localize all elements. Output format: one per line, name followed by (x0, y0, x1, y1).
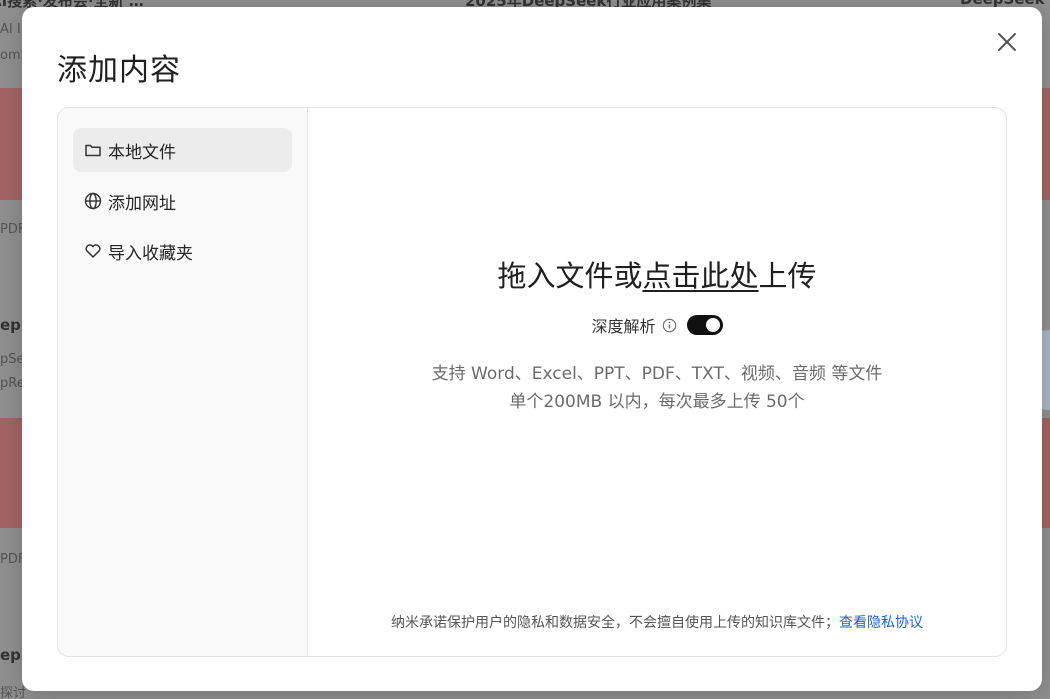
bg-fragment: AI I (0, 22, 21, 37)
upload-dropzone[interactable]: 拖入文件或点击此处上传 深度解析 支持 Word、Excel、PPT、PDF、T… (308, 108, 1006, 656)
supported-formats-info: 支持 Word、Excel、PPT、PDF、TXT、视频、音频 等文件 单个20… (308, 360, 1006, 416)
dialog-title: 添加内容 (57, 53, 181, 88)
bg-fragment: 探讨 (0, 686, 27, 699)
upload-title: 拖入文件或点击此处上传 (308, 253, 1006, 295)
upload-title-prefix: 拖入文件或 (497, 259, 643, 293)
sidebar-item-import-bookmarks[interactable]: 导入收藏夹 (73, 229, 292, 273)
deep-parse-label: 深度解析 (591, 317, 656, 336)
bg-fragment: pRe (0, 376, 25, 391)
deep-parse-row: 深度解析 (308, 313, 1006, 337)
info-icon[interactable] (662, 318, 677, 333)
supported-formats-line: 支持 Word、Excel、PPT、PDF、TXT、视频、音频 等文件 (431, 364, 883, 384)
bg-thumbnail (1042, 418, 1050, 528)
toggle-knob (705, 318, 720, 332)
close-button[interactable] (994, 29, 1020, 55)
source-sidebar: 本地文件 添加网址 导入收藏夹 (58, 108, 308, 656)
privacy-text: 纳米承诺保护用户的隐私和数据安全，不会擅自使用上传的知识库文件； (391, 615, 839, 631)
upload-title-suffix: 上传 (758, 259, 817, 293)
sidebar-item-add-url[interactable]: 添加网址 (73, 179, 292, 223)
privacy-policy-link[interactable]: 查看隐私协议 (839, 615, 923, 631)
bg-thumbnail (0, 88, 22, 200)
add-content-dialog: 添加内容 本地文件 添加网址 导入收藏夹 拖入文件或点击此处上传 深度解析 支持… (22, 7, 1042, 691)
sidebar-item-label: 添加网址 (108, 193, 176, 214)
close-icon (998, 33, 1016, 51)
deep-parse-toggle[interactable] (686, 315, 723, 335)
bg-fragment: omi (0, 48, 25, 63)
click-to-upload-link[interactable]: 点击此处 (642, 259, 758, 293)
folder-icon (84, 141, 102, 159)
sidebar-item-local-files[interactable]: 本地文件 (73, 128, 292, 172)
sidebar-item-label: 导入收藏夹 (108, 243, 193, 264)
bg-thumbnail (0, 418, 22, 528)
heart-icon (84, 242, 102, 260)
upload-limit-line: 单个200MB 以内，每次最多上传 50个 (509, 392, 805, 412)
content-panel: 本地文件 添加网址 导入收藏夹 拖入文件或点击此处上传 深度解析 支持 Word… (57, 107, 1007, 657)
privacy-notice: 纳米承诺保护用户的隐私和数据安全，不会擅自使用上传的知识库文件；查看隐私协议 (308, 612, 1006, 632)
bg-thumbnail (1042, 88, 1050, 200)
sidebar-item-label: 本地文件 (108, 142, 176, 163)
bg-fragment: pSe (0, 352, 25, 367)
globe-icon (84, 192, 102, 210)
